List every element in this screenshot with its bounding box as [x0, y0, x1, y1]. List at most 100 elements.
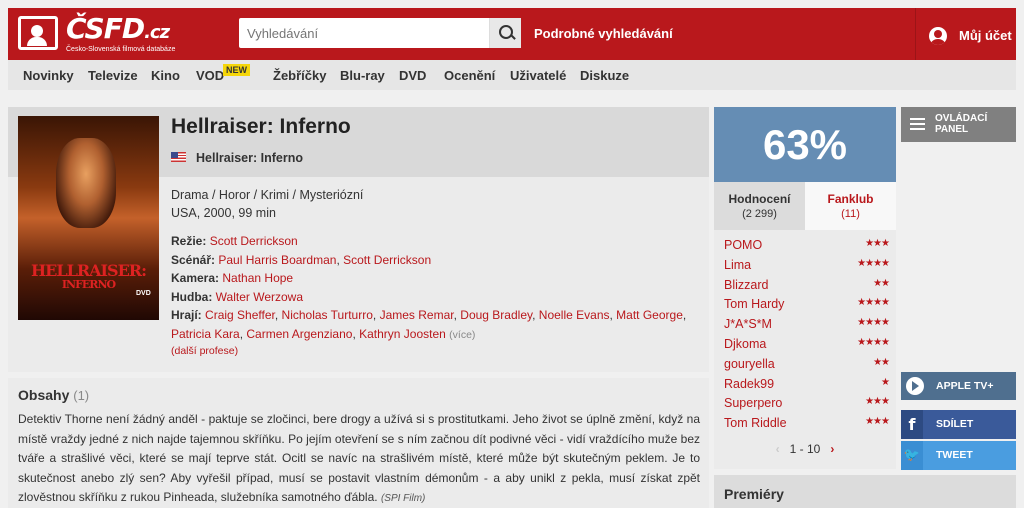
poster-title-line2: INFERNO — [61, 278, 116, 291]
rating-user[interactable]: gouryella — [724, 357, 775, 371]
tab-fanclub-label: Fanklub — [827, 192, 874, 206]
rating-user[interactable]: Tom Hardy — [724, 297, 784, 311]
control-panel-label: OVLÁDACÍ PANEL — [935, 113, 988, 135]
writer-row: Scénář: Paul Harris Boardman, Scott Derr… — [171, 252, 432, 267]
creator-link[interactable]: Paul Harris Boardman — [218, 253, 336, 267]
premieres-box: Premiéry — [714, 475, 1016, 508]
rating-stars: ★★★ — [865, 416, 890, 428]
rating-row: Tom Hardy ★★★★ — [724, 295, 890, 315]
rating-stars: ★★★★ — [857, 336, 890, 348]
cast-row: Hrají: Craig Sheffer, Nicholas Turturro,… — [171, 308, 687, 341]
nav-uzivatele[interactable]: Uživatelé — [510, 68, 566, 83]
rating-user[interactable]: Lima — [724, 258, 751, 272]
creator-link[interactable]: Walter Werzowa — [216, 290, 303, 304]
rating-stars: ★ — [881, 376, 890, 388]
tweet-label: TWEET — [936, 449, 973, 461]
apple-tv-label: APPLE TV+ — [936, 380, 994, 392]
menu-icon — [910, 118, 925, 130]
poster-title-line1: HELLRAISER: — [31, 261, 147, 280]
actor-link[interactable]: Noelle Evans — [539, 308, 610, 322]
tweet-button[interactable]: 🐦 TWEET — [901, 441, 1016, 470]
actor-link[interactable]: Matt George — [616, 308, 683, 322]
actor-link[interactable]: Craig Sheffer — [205, 308, 275, 322]
rating-user[interactable]: POMO — [724, 238, 762, 252]
logo-suffix: .cz — [144, 22, 170, 43]
rating-panel: 63% Hodnocení (2 299) Fanklub (11) POMO ★… — [714, 107, 896, 469]
advanced-search-link[interactable]: Podrobné vyhledávání — [534, 26, 673, 41]
film-poster[interactable]: HELLRAISER: INFERNO DVD — [18, 116, 159, 320]
rating-user[interactable]: J*A*S*M — [724, 317, 772, 331]
rating-stars: ★★ — [873, 277, 890, 289]
share-button[interactable]: f SDÍLET — [901, 410, 1016, 439]
rating-stars: ★★★★ — [857, 257, 890, 269]
camera-row: Kamera: Nathan Hope — [171, 269, 691, 288]
actor-link[interactable]: James Remar — [380, 308, 454, 322]
tab-fanclub-count: (11) — [841, 208, 860, 220]
creator-link[interactable]: Scott Derrickson — [210, 234, 298, 248]
nav-novinky[interactable]: Novinky — [23, 68, 74, 83]
plot-box: Obsahy (1) Detektiv Thorne není žádný an… — [8, 378, 709, 508]
rating-user[interactable]: Superpero — [724, 396, 782, 410]
rating-user[interactable]: Radek99 — [724, 377, 774, 391]
writer-label: Scénář: — [171, 252, 216, 267]
plot-heading: Obsahy — [18, 387, 70, 403]
nav-vod[interactable]: VOD — [196, 68, 224, 83]
rating-stars: ★★★ — [865, 396, 890, 408]
search-input[interactable] — [239, 18, 489, 48]
rating-row: Tom Riddle ★★★ — [724, 414, 890, 434]
nav-bluray[interactable]: Blu-ray — [340, 68, 385, 83]
logo-film-icon — [18, 16, 58, 50]
share-label: SDÍLET — [936, 418, 974, 430]
search-box — [239, 18, 521, 48]
nav-televize[interactable]: Televize — [88, 68, 138, 83]
actor-link[interactable]: Kathryn Joosten — [359, 327, 446, 341]
tab-fanclub[interactable]: Fanklub (11) — [805, 182, 896, 230]
rating-user[interactable]: Blizzard — [724, 278, 768, 292]
csfd-logo[interactable]: ČSFD.cz Česko-Slovenská filmová databáze — [18, 12, 186, 56]
play-icon — [906, 377, 924, 395]
chevron-right-icon[interactable]: › — [830, 442, 834, 456]
tab-ratings-label: Hodnocení — [728, 192, 791, 206]
nav-dvd[interactable]: DVD — [399, 68, 426, 83]
nav-kino[interactable]: Kino — [151, 68, 180, 83]
account-label: Můj účet — [959, 28, 1012, 43]
control-panel-button[interactable]: OVLÁDACÍ PANEL — [901, 107, 1016, 142]
director-label: Režie: — [171, 234, 207, 248]
rating-stars: ★★ — [873, 356, 890, 368]
rating-row: Djkoma ★★★★ — [724, 335, 890, 355]
rating-user[interactable]: Djkoma — [724, 337, 766, 351]
nav-oceneni[interactable]: Ocenění — [444, 68, 495, 83]
actor-link[interactable]: Nicholas Turturro — [282, 308, 373, 322]
music-row: Hudba: Walter Werzowa — [171, 288, 691, 307]
plot-text: Detektiv Thorne není žádný anděl - paktu… — [18, 412, 700, 505]
actor-link[interactable]: Patricia Kara — [171, 327, 240, 341]
other-professions-link[interactable]: (další profese) — [171, 345, 238, 357]
original-title: Hellraiser: Inferno — [196, 151, 303, 165]
logo-tagline: Česko-Slovenská filmová databáze — [66, 46, 176, 53]
rating-stars: ★★★ — [865, 238, 890, 249]
creator-link[interactable]: Scott Derrickson — [343, 253, 431, 267]
nav-zebricky[interactable]: Žebříčky — [273, 68, 326, 83]
cast-label: Hrají: — [171, 308, 202, 322]
search-icon[interactable] — [489, 18, 521, 48]
plot-count: (1) — [73, 388, 90, 403]
rating-row: Lima ★★★★ — [724, 256, 890, 276]
more-cast-link[interactable]: (více) — [449, 329, 475, 341]
actor-link[interactable]: Doug Bradley — [460, 308, 532, 322]
rating-row: Radek99 ★ — [724, 375, 890, 395]
facebook-icon: f — [901, 410, 923, 439]
nav-diskuze[interactable]: Diskuze — [580, 68, 629, 83]
rating-row: Blizzard ★★ — [724, 276, 890, 296]
chevron-left-icon[interactable]: ‹ — [776, 442, 780, 456]
creator-link[interactable]: Nathan Hope — [222, 271, 293, 285]
rating-stars: ★★★★ — [857, 317, 890, 329]
director-row: Režie: Scott Derrickson — [171, 232, 691, 251]
pager-range: 1 - 10 — [789, 442, 821, 456]
nav-vod-new-badge: NEW — [223, 64, 250, 76]
account-button[interactable]: Můj účet — [915, 8, 1016, 60]
actor-link[interactable]: Carmen Argenziano — [246, 327, 352, 341]
rating-user[interactable]: Tom Riddle — [724, 416, 787, 430]
tab-ratings[interactable]: Hodnocení (2 299) — [714, 182, 805, 230]
apple-tv-button[interactable]: APPLE TV+ — [901, 372, 1016, 400]
user-icon — [929, 27, 947, 45]
